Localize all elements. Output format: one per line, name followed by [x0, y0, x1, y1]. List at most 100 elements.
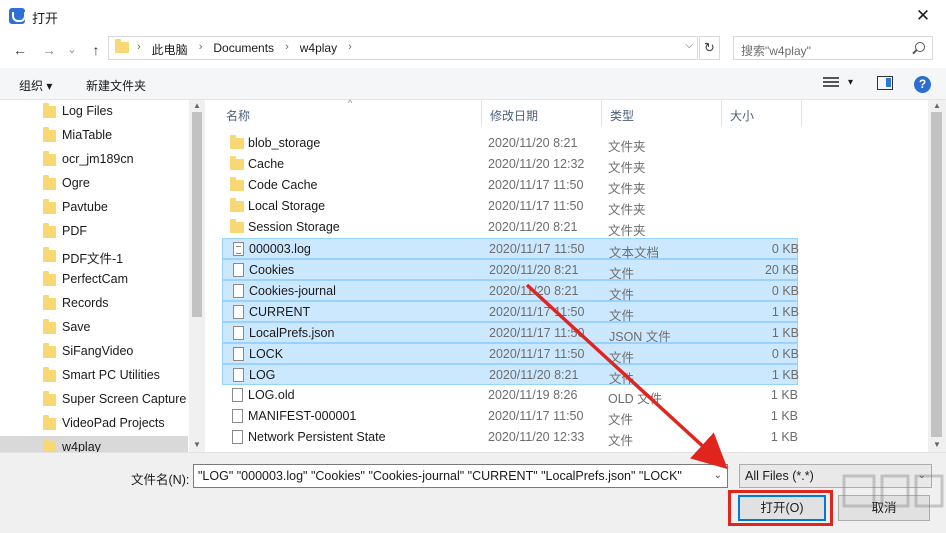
folder-icon — [43, 175, 56, 190]
sidebar-scroll-thumb[interactable] — [192, 112, 202, 317]
sidebar-item-records[interactable]: Records — [0, 292, 188, 316]
filename-dropdown-icon[interactable]: ⌄ — [714, 470, 722, 481]
file-row[interactable]: LOCK 2020/11/17 11:50 文件 0 KB — [222, 343, 799, 365]
file-list-scroll-thumb[interactable] — [931, 112, 942, 437]
sidebar-item-pavtube[interactable]: Pavtube — [0, 196, 188, 220]
file-icon — [233, 305, 244, 319]
sidebar-item-label: ocr_jm189cn — [62, 152, 134, 166]
sidebar-item-videopad-projects[interactable]: VideoPad Projects — [0, 412, 188, 436]
app-shield-icon — [9, 8, 26, 24]
file-row[interactable]: LocalPrefs.json 2020/11/17 11:50 JSON 文件 1 … — [222, 322, 799, 344]
up-arrow-icon[interactable]: ↑ — [86, 40, 106, 60]
folder-icon — [230, 135, 244, 149]
file-type: OLD 文件 — [608, 392, 663, 406]
breadcrumb-documents[interactable]: Documents — [213, 41, 274, 58]
sidebar-item-w4play[interactable]: w4play — [0, 436, 188, 452]
column-header-modified[interactable]: 修改日期 — [482, 100, 602, 126]
sidebar-scroll-down-icon[interactable]: ▼ — [193, 440, 201, 449]
file-row[interactable]: Cache 2020/11/20 12:32 文件夹 — [222, 154, 798, 175]
file-row[interactable]: blob_storage 2020/11/20 8:21 文件夹 — [222, 133, 798, 154]
forward-arrow-icon[interactable]: → — [39, 40, 59, 60]
file-icon — [233, 368, 244, 382]
file-name: Cookies-journal — [249, 284, 336, 298]
breadcrumb-separator[interactable]: › — [337, 41, 363, 58]
help-icon[interactable]: ? — [914, 76, 931, 93]
column-name-label: 名称 — [226, 109, 251, 123]
file-row[interactable]: Local Storage 2020/11/17 11:50 文件夹 — [222, 196, 798, 217]
sidebar-item-label: VideoPad Projects — [62, 416, 165, 430]
search-input[interactable]: 搜索"w4play" — [733, 36, 933, 60]
file-type: 文件夹 — [608, 140, 646, 154]
file-row[interactable]: LOG 2020/11/20 8:21 文件 1 KB — [222, 364, 799, 386]
sidebar-item-smart-pc-utilities[interactable]: Smart PC Utilities — [0, 364, 188, 388]
file-row[interactable]: 000003.log 2020/11/17 11:50 文本文档 0 KB — [222, 238, 799, 260]
file-size: 1 KB — [771, 368, 799, 382]
recent-locations-chevron-icon[interactable]: ⌄ — [62, 40, 82, 60]
file-row[interactable]: Cookies-journal 2020/11/20 8:21 文件 0 KB — [222, 280, 799, 302]
sidebar-item-log-files[interactable]: Log Files — [0, 100, 188, 124]
file-name: LOCK — [249, 347, 284, 361]
breadcrumb-w4play[interactable]: w4play — [300, 41, 337, 58]
breadcrumb-separator[interactable]: › — [274, 41, 300, 58]
list-scroll-down-icon[interactable]: ▼ — [933, 440, 941, 449]
file-name: LocalPrefs.json — [249, 326, 335, 340]
folder-icon — [43, 199, 56, 214]
address-dropdown-icon[interactable]: ⌵ — [685, 40, 693, 51]
file-name: Code Cache — [248, 178, 318, 192]
sidebar-item-perfectcam[interactable]: PerfectCam — [0, 268, 188, 292]
sidebar-scroll-up-icon[interactable]: ▲ — [193, 101, 201, 110]
column-header-type[interactable]: 类型 — [602, 100, 722, 126]
sidebar-item-label: w4play — [62, 440, 101, 452]
sidebar-item-save[interactable]: Save — [0, 316, 188, 340]
text-document-icon — [233, 242, 244, 256]
sidebar-item-sifangvideo[interactable]: SiFangVideo — [0, 340, 188, 364]
file-type: 文件夹 — [608, 182, 646, 196]
address-bar[interactable]: › 此电脑 › Documents › w4play › ⌵ — [108, 36, 698, 60]
breadcrumb-this-pc[interactable]: 此电脑 — [152, 41, 188, 58]
file-row[interactable]: Session Storage 2020/11/20 8:21 文件夹 — [222, 217, 798, 238]
file-size: 20 KB — [764, 263, 799, 277]
file-type: 文件 — [608, 434, 634, 448]
sidebar-item-label: PDF — [62, 224, 87, 238]
folder-icon — [230, 198, 244, 212]
close-button[interactable]: ✕ — [900, 0, 946, 32]
sidebar-item-pdf-1[interactable]: PDF文件-1 — [0, 244, 188, 268]
sidebar-item-label: Pavtube — [62, 200, 108, 214]
back-arrow-icon[interactable]: ← — [10, 40, 30, 60]
sidebar-item-label: Records — [62, 296, 109, 310]
file-row[interactable]: Code Cache 2020/11/17 11:50 文件夹 — [222, 175, 798, 196]
file-row[interactable]: LOG.old 2020/11/19 8:26 OLD 文件 1 KB — [222, 385, 798, 406]
preview-pane-icon[interactable] — [877, 76, 893, 90]
sidebar-item-miatable[interactable]: MiaTable — [0, 124, 188, 148]
file-type-value: All Files (*.*) — [745, 469, 814, 483]
file-row[interactable]: CURRENT 2020/11/17 11:50 文件 1 KB — [222, 301, 799, 323]
file-row[interactable]: MANIFEST-000001 2020/11/17 11:50 文件 1 KB — [222, 406, 798, 427]
filename-input[interactable]: "LOG" "000003.log" "Cookies" "Cookies-jo… — [193, 464, 728, 488]
view-dropdown-icon[interactable]: ▾ — [848, 77, 853, 88]
breadcrumb-separator[interactable]: › — [188, 41, 214, 58]
folder-icon — [43, 343, 56, 358]
file-type: 文件夹 — [608, 161, 646, 175]
file-modified: 2020/11/17 11:50 — [489, 305, 585, 319]
view-options-icon[interactable] — [823, 77, 839, 90]
file-modified: 2020/11/17 11:50 — [489, 326, 585, 340]
folder-icon — [43, 247, 56, 262]
file-row[interactable]: Network Persistent State 2020/11/20 12:33… — [222, 427, 798, 448]
file-icon — [232, 388, 243, 402]
organize-button[interactable]: 组织 ▾ — [19, 77, 52, 94]
column-header-name[interactable]: 名称 ^ — [218, 98, 482, 126]
sidebar-item-ogre[interactable]: Ogre — [0, 172, 188, 196]
column-header-size[interactable]: 大小 — [722, 100, 802, 126]
sidebar-item-ocr-jm189cn[interactable]: ocr_jm189cn — [0, 148, 188, 172]
new-folder-button[interactable]: 新建文件夹 — [86, 77, 146, 94]
folder-icon — [230, 219, 244, 233]
search-placeholder: 搜索"w4play" — [741, 44, 811, 58]
file-row[interactable]: Cookies 2020/11/20 8:21 文件 20 KB — [222, 259, 799, 281]
sidebar-item-pdf[interactable]: PDF — [0, 220, 188, 244]
list-scroll-up-icon[interactable]: ▲ — [933, 101, 941, 110]
watermark-logo-icon — [842, 474, 944, 508]
refresh-button[interactable]: ↻ — [699, 36, 720, 60]
folder-icon — [43, 415, 56, 430]
sidebar-item-super-screen-capture[interactable]: Super Screen Capture — [0, 388, 188, 412]
title-bar: 打开 ✕ — [0, 0, 946, 32]
